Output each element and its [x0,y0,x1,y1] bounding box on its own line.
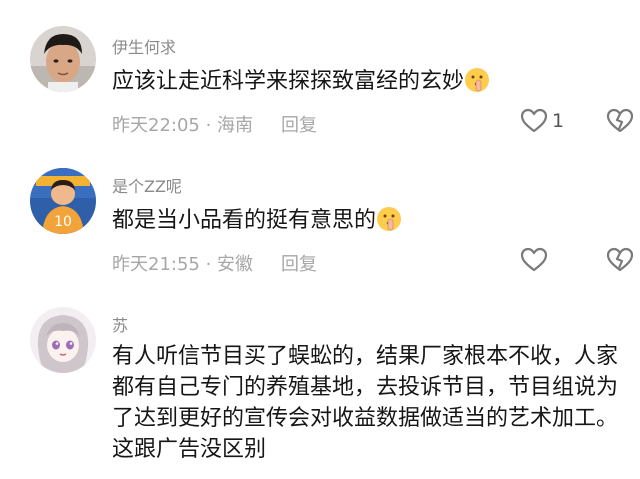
heart-outline-icon [520,108,548,133]
comment-meta: 昨天21:55 · 安徽 回复 [112,250,317,276]
comment-text-body: 有人听信节目买了蜈蚣的，结果厂家根本不收，人家都有自己专门的养殖基地，去投诉节目… [112,344,619,462]
broken-heart-icon [606,247,634,272]
time-location: 昨天22:05 · 海南 [112,115,254,136]
like-button[interactable]: 1 [520,108,564,134]
avatar[interactable] [30,307,96,373]
comment-meta: 昨天22:05 · 海南 回复 [112,111,317,137]
avatar[interactable] [30,26,96,92]
broken-heart-icon [606,108,634,133]
reply-button[interactable]: 回复 [281,254,317,275]
comment-text-body: 都是当小品看的挺有意思的 [112,208,377,233]
svg-text:10: 10 [54,214,72,230]
shushing-face-emoji [377,207,402,231]
time-location: 昨天21:55 · 安徽 [112,254,254,275]
comment-text: 应该让走近科学来探探致富经的玄妙 [112,66,632,97]
like-button[interactable] [520,247,548,273]
username[interactable]: 苏 [112,312,128,336]
username[interactable]: 是个ZZ呢 [112,173,182,197]
username[interactable]: 伊生何求 [112,34,176,58]
comment-text: 有人听信节目买了蜈蚣的，结果厂家根本不收，人家都有自己专门的养殖基地，去投诉节目… [112,341,632,465]
heart-outline-icon [520,247,548,272]
comment-text-body: 应该让走近科学来探探致富经的玄妙 [112,69,465,94]
shushing-face-emoji [465,68,490,92]
like-count: 1 [552,110,565,132]
avatar[interactable]: 10 [30,168,96,234]
dislike-button[interactable] [606,108,634,138]
reply-button[interactable]: 回复 [281,115,317,136]
comment-text: 都是当小品看的挺有意思的 [112,205,632,236]
dislike-button[interactable] [606,247,634,277]
